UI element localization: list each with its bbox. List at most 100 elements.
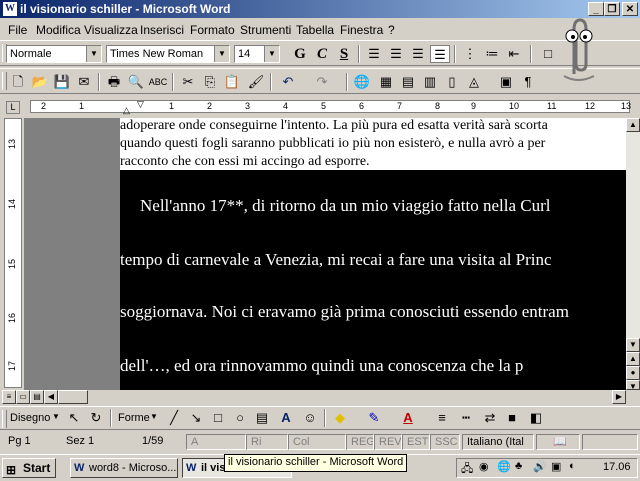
align-right-icon[interactable]: ☰ (408, 45, 428, 63)
scroll-thumb[interactable] (58, 390, 88, 404)
document-map-icon[interactable]: ▣ (496, 73, 516, 91)
title-bar[interactable]: W il visionario schiller - Microsoft Wor… (0, 0, 640, 18)
border-icon[interactable]: □ (538, 45, 558, 63)
document-line[interactable]: racconto che con essi mi accingo ad espo… (120, 154, 370, 170)
close-button[interactable]: ✕ (622, 2, 638, 16)
font-size-select[interactable]: 14 ▼ (234, 45, 280, 63)
normal-view-button[interactable]: ≡ (2, 390, 16, 404)
dash-style-icon[interactable]: ┅ (456, 409, 476, 427)
scroll-right-button[interactable]: ▶ (612, 390, 626, 404)
document-line[interactable]: quando questi fogli saranno pubblicati i… (120, 136, 545, 152)
status-ext[interactable]: EST (402, 434, 430, 450)
menu-visualizza[interactable]: Visualizza (84, 23, 138, 37)
insert-clipart-icon[interactable]: ☺ (300, 409, 320, 427)
print-layout-button[interactable]: ▤ (30, 390, 44, 404)
undo-icon[interactable]: ↶ (278, 73, 298, 91)
menu-strumenti[interactable]: Strumenti (240, 23, 291, 37)
selected-line[interactable]: dell'…, ed ora rinnovammo quindi una con… (120, 356, 523, 376)
arrow-style-icon[interactable]: ⇄ (480, 409, 500, 427)
fill-color-icon[interactable]: ◆ (330, 409, 350, 427)
font-select[interactable]: Times New Roman ▼ (106, 45, 230, 63)
tray-app-icon[interactable]: ◉ (479, 460, 489, 473)
style-select[interactable]: Normale ▼ (6, 45, 102, 63)
print-icon[interactable]: 🖶 (104, 73, 124, 91)
menu-help[interactable]: ? (388, 23, 395, 37)
justify-icon[interactable]: ☰ (430, 45, 450, 63)
scroll-down-button[interactable]: ▼ (626, 338, 640, 352)
office-assistant-icon[interactable] (556, 12, 600, 82)
horizontal-scrollbar[interactable]: ≡ ▭ ▤ ◀ ▶ (0, 390, 640, 404)
web-layout-button[interactable]: ▭ (16, 390, 30, 404)
vertical-ruler[interactable]: 13 14 15 16 17 (4, 118, 22, 388)
select-browse-object-button[interactable]: ● (626, 366, 640, 380)
scroll-left-button[interactable]: ◀ (44, 390, 58, 404)
taskbar-item-word8[interactable]: W word8 - Microso... (70, 458, 178, 478)
insert-table-icon[interactable]: ▤ (398, 73, 418, 91)
restore-button[interactable]: ❐ (604, 2, 620, 16)
drawing-icon[interactable]: ◬ (464, 73, 484, 91)
selected-text-block[interactable]: Nell'anno 17**, di ritorno da un mio via… (120, 170, 626, 390)
menu-inserisci[interactable]: Inserisci (140, 23, 184, 37)
chevron-down-icon[interactable]: ▼ (214, 46, 229, 62)
toolbar-grip[interactable] (2, 72, 7, 90)
menu-modifica[interactable]: Modifica (36, 23, 81, 37)
insert-excel-icon[interactable]: ▥ (420, 73, 440, 91)
numbered-list-icon[interactable]: ⋮ (460, 45, 480, 63)
align-left-icon[interactable]: ☰ (364, 45, 384, 63)
free-rotate-icon[interactable]: ↻ (86, 409, 106, 427)
columns-icon[interactable]: ▯ (442, 73, 462, 91)
document-area[interactable]: adoperare onde conseguirne l'intento. La… (24, 118, 626, 390)
open-folder-icon[interactable]: 📂 (30, 73, 50, 91)
globe-icon[interactable]: 🌐 (497, 460, 511, 473)
cut-icon[interactable]: ✂ (178, 73, 198, 91)
tray-app-icon[interactable]: ♣ (515, 460, 522, 472)
next-page-button[interactable]: ▼ (626, 380, 640, 391)
volume-icon[interactable]: 🔊 (533, 460, 547, 473)
toolbar-grip[interactable] (2, 410, 7, 428)
italic-button[interactable]: C (312, 45, 332, 63)
spelling-status-icon[interactable]: 📖 (536, 434, 580, 450)
select-objects-icon[interactable]: ↖ (64, 409, 84, 427)
scroll-up-button[interactable]: ▲ (626, 118, 640, 132)
font-color-icon[interactable]: A (398, 409, 418, 427)
rectangle-tool-icon[interactable]: □ (208, 409, 228, 427)
status-language[interactable]: Italiano (Ital (462, 434, 534, 450)
vertical-scrollbar[interactable]: ▲ ▼ ▲ ● ▼ (626, 118, 640, 391)
tab-selector-icon[interactable]: L (6, 101, 20, 114)
status-ovr[interactable]: SSC (430, 434, 460, 450)
menu-finestra[interactable]: Finestra (340, 23, 383, 37)
tray-app-icon[interactable]: ▣ (551, 460, 561, 473)
line-color-icon[interactable]: ✎ (364, 409, 384, 427)
selected-line[interactable]: Nell'anno 17**, di ritorno da un mio via… (140, 196, 551, 216)
text-box-icon[interactable]: ▤ (252, 409, 272, 427)
align-center-icon[interactable]: ☰ (386, 45, 406, 63)
paste-icon[interactable]: 📋 (222, 73, 242, 91)
wordart-icon[interactable]: A (276, 409, 296, 427)
new-document-icon[interactable]: 🗋 (8, 73, 28, 91)
start-button[interactable]: ⊞ Start (2, 458, 56, 478)
indent-marker-icon[interactable]: ▽ (137, 99, 144, 110)
decrease-indent-icon[interactable]: ⇤ (504, 45, 524, 63)
bold-button[interactable]: G (290, 45, 310, 63)
underline-button[interactable]: S (334, 45, 354, 63)
previous-page-button[interactable]: ▲ (626, 352, 640, 366)
draw-menu-button[interactable]: Disegno (10, 412, 50, 424)
shadow-icon[interactable]: ■ (502, 409, 522, 427)
email-icon[interactable]: ✉ (74, 73, 94, 91)
selected-line[interactable]: tempo di carnevale a Venezia, mi recai a… (120, 250, 552, 270)
document-page[interactable]: adoperare onde conseguirne l'intento. La… (120, 118, 626, 390)
hyperlink-icon[interactable]: 🌐 (352, 73, 372, 91)
menu-file[interactable]: File (8, 23, 27, 37)
menu-formato[interactable]: Formato (190, 23, 235, 37)
print-preview-icon[interactable]: 🔍 (126, 73, 146, 91)
chevron-down-icon[interactable]: ▼ (264, 46, 279, 62)
spelling-icon[interactable]: ABC (148, 73, 168, 91)
status-rev[interactable]: REV (374, 434, 402, 450)
format-painter-icon[interactable]: 🖌 (246, 73, 266, 91)
3d-icon[interactable]: ◧ (526, 409, 546, 427)
selected-line[interactable]: soggiornava. Noi ci eravamo già prima co… (120, 302, 569, 322)
line-tool-icon[interactable]: ╱ (164, 409, 184, 427)
chevron-down-icon[interactable]: ▼ (150, 412, 158, 421)
autoshapes-menu-button[interactable]: Forme (118, 412, 150, 424)
word-app-icon[interactable]: W (3, 2, 17, 16)
